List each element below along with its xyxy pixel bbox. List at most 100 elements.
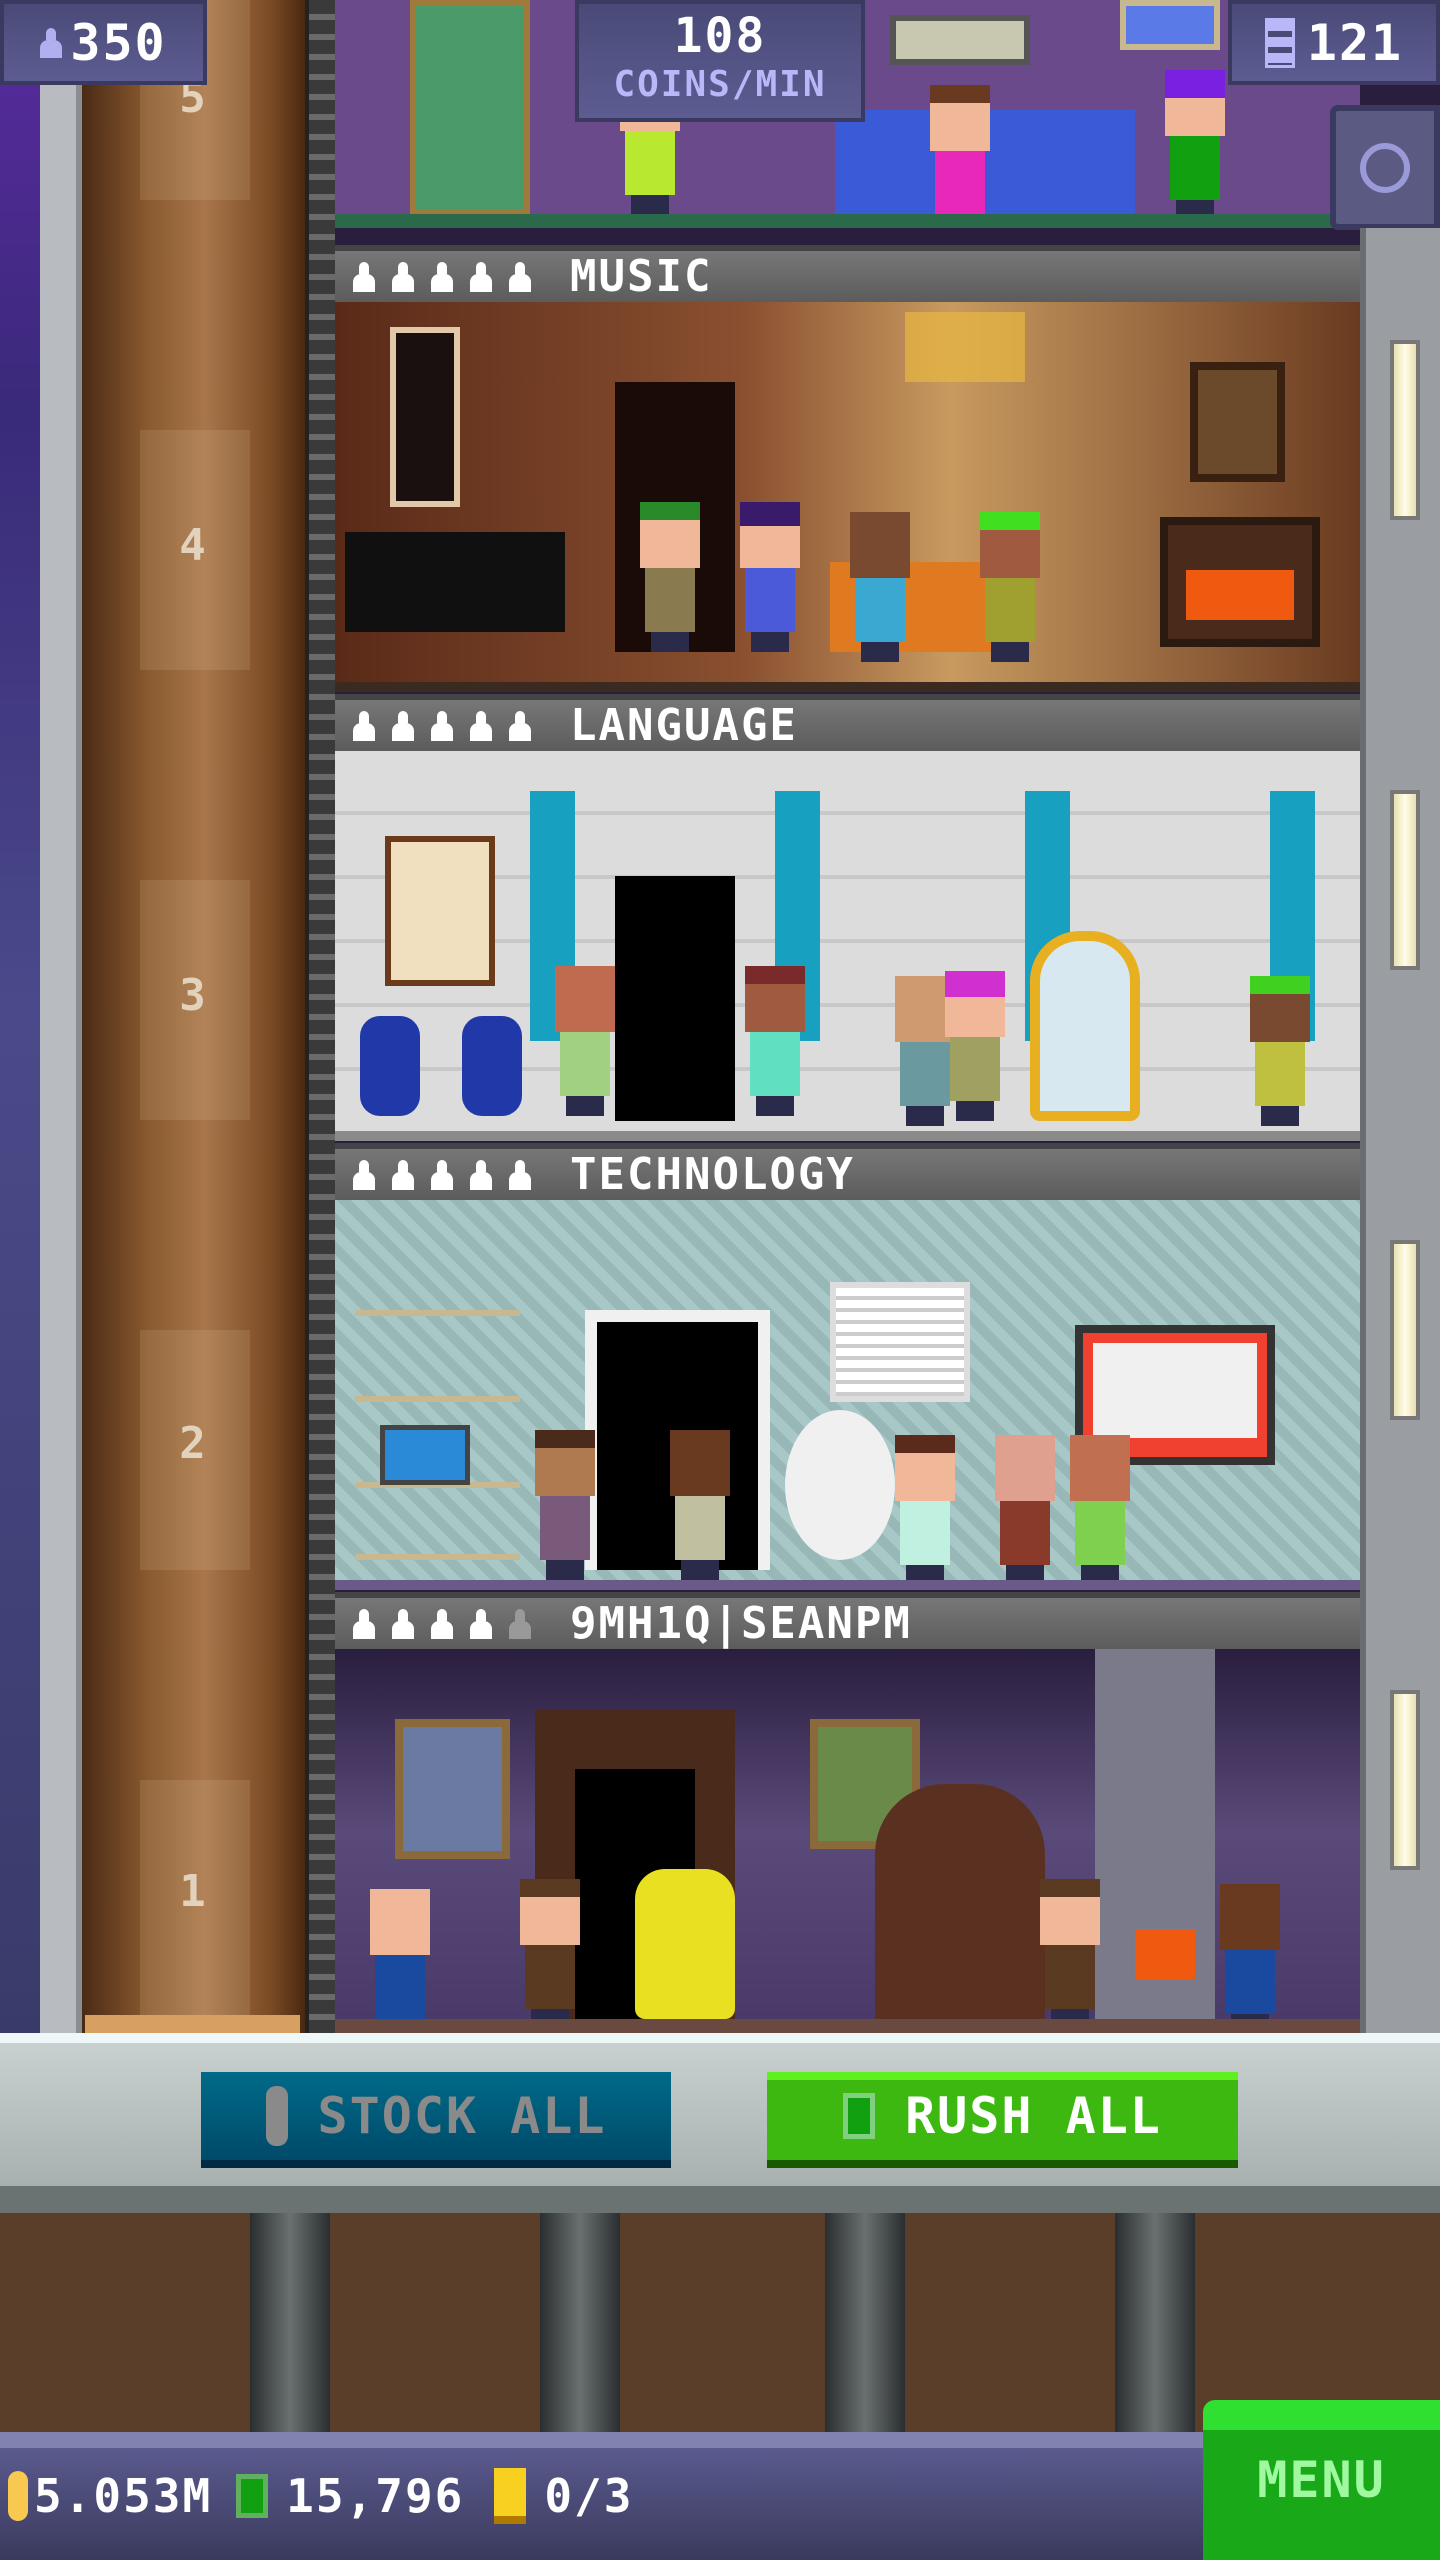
doorway: [615, 876, 735, 1121]
ticket-icon: [494, 2468, 527, 2524]
floor-light: [1390, 1240, 1420, 1420]
population-count: 350: [70, 13, 167, 72]
computer-monitor: [380, 1425, 470, 1485]
resident[interactable]: [975, 512, 1045, 662]
elevator-rail: [305, 0, 335, 2033]
resident[interactable]: [740, 966, 810, 1116]
wall-sign: [890, 15, 1030, 65]
fireplace: [1160, 517, 1320, 647]
zoom-button[interactable]: [1330, 105, 1440, 230]
resident-slot-icon: [392, 1608, 414, 1639]
resident-slot-icon: [431, 261, 453, 292]
menu-label: MENU: [1257, 2451, 1386, 2509]
building-icon: [1264, 17, 1295, 68]
stock-icon: [265, 2086, 288, 2146]
resident[interactable]: [990, 1435, 1060, 1580]
egg-chair: [785, 1410, 895, 1560]
game-poster: [1120, 0, 1220, 50]
floor-label-music[interactable]: MUSIC: [335, 245, 1360, 302]
resident[interactable]: [530, 1430, 600, 1580]
elevator-shaft-wall: [40, 85, 82, 2033]
elevator-floor-number: 1: [179, 1866, 208, 1917]
hazmat-resident: [635, 1869, 735, 2019]
floor-name: 9MH1Q|SEANPM: [570, 1598, 912, 1649]
bux-icon: [236, 2474, 269, 2518]
floor-haunted-room[interactable]: [335, 1649, 1360, 2033]
rush-all-label: RUSH ALL: [905, 2087, 1162, 2145]
resident-slot-icon: [353, 1608, 375, 1639]
resident-slot-icon: [509, 261, 531, 292]
resident-slot-icon: [470, 261, 492, 292]
floor-label-custom[interactable]: 9MH1Q|SEANPM: [335, 1592, 1360, 1649]
floor-name: TECHNOLOGY: [570, 1149, 855, 1200]
resident[interactable]: [1215, 1884, 1285, 2019]
floor-technology-room[interactable]: [335, 1200, 1360, 1590]
resident[interactable]: [550, 966, 620, 1116]
resident[interactable]: [1245, 976, 1315, 1126]
portrait: [395, 1719, 510, 1859]
bux-amount: 15,796: [286, 2469, 465, 2523]
magnifier-icon: [1360, 142, 1410, 193]
coins-rate-unit: COINS/MIN: [613, 64, 827, 105]
elevator-floor-number: 4: [179, 520, 208, 571]
resident[interactable]: [925, 85, 995, 214]
resident[interactable]: [635, 502, 705, 652]
resident[interactable]: [1065, 1435, 1135, 1580]
resident-slot-icon: [353, 1159, 375, 1190]
resident[interactable]: [940, 971, 1010, 1121]
coffin: [875, 1784, 1045, 2019]
elevator-floor-number: 3: [179, 970, 208, 1021]
resident[interactable]: [845, 512, 915, 662]
elevator-car[interactable]: [85, 2015, 300, 2033]
floor-light: [1390, 340, 1420, 520]
floor-label-language[interactable]: LANGUAGE: [335, 694, 1360, 751]
door: [410, 0, 530, 214]
tickets-count: 0/3: [544, 2469, 634, 2523]
resident[interactable]: [665, 1430, 735, 1580]
resident-slot-icon: [392, 710, 414, 741]
coins-rate-value: 108: [673, 8, 767, 64]
stock-all-label: STOCK ALL: [317, 2087, 607, 2145]
population-badge[interactable]: 350: [0, 0, 207, 85]
coins-amount: 5.053M: [34, 2469, 213, 2523]
resident-slot-icon: [470, 1608, 492, 1639]
window: [390, 327, 460, 507]
resident[interactable]: [1160, 70, 1230, 214]
menu-button[interactable]: MENU: [1203, 2400, 1440, 2560]
stock-all-button[interactable]: STOCK ALL: [201, 2072, 671, 2168]
mirror: [1030, 931, 1140, 1121]
rush-all-button[interactable]: RUSH ALL: [767, 2072, 1238, 2168]
resident[interactable]: [890, 1435, 960, 1580]
resident[interactable]: [515, 1879, 585, 2019]
resident-slot-icon: [40, 27, 63, 58]
resident-slot-icon: [431, 710, 453, 741]
coin-icon: [8, 2471, 28, 2521]
floor-label-technology[interactable]: TECHNOLOGY: [335, 1143, 1360, 1200]
resident[interactable]: [365, 1889, 435, 2019]
chandelier: [905, 312, 1025, 382]
resident-slot-icon: [392, 1159, 414, 1190]
floor-music-room[interactable]: [335, 302, 1360, 692]
coins-rate-display[interactable]: 108 COINS/MIN: [575, 0, 865, 122]
resident-slot-icon: [431, 1608, 453, 1639]
resident-slot-icon: [470, 1159, 492, 1190]
vase: [462, 1016, 522, 1116]
resident-slot-icon: [353, 261, 375, 292]
elevator-floor-number: 2: [179, 1418, 208, 1469]
vase: [360, 1016, 420, 1116]
floor-light: [1390, 1690, 1420, 1870]
resident-slot-icon: [431, 1159, 453, 1190]
floor-name: LANGUAGE: [570, 700, 798, 751]
bux-icon: [843, 2093, 876, 2139]
resident-slot-icon: [353, 710, 375, 741]
resident[interactable]: [735, 502, 805, 652]
floors-badge[interactable]: 121: [1228, 0, 1440, 85]
floor-language-room[interactable]: [335, 751, 1360, 1141]
resident-slot-icon: [392, 261, 414, 292]
resident-slot-icon: [509, 1608, 531, 1639]
grand-piano: [345, 532, 565, 632]
painting: [1190, 362, 1285, 482]
window-blinds: [830, 1282, 970, 1402]
resident[interactable]: [1035, 1879, 1105, 2019]
floor-light: [1390, 790, 1420, 970]
